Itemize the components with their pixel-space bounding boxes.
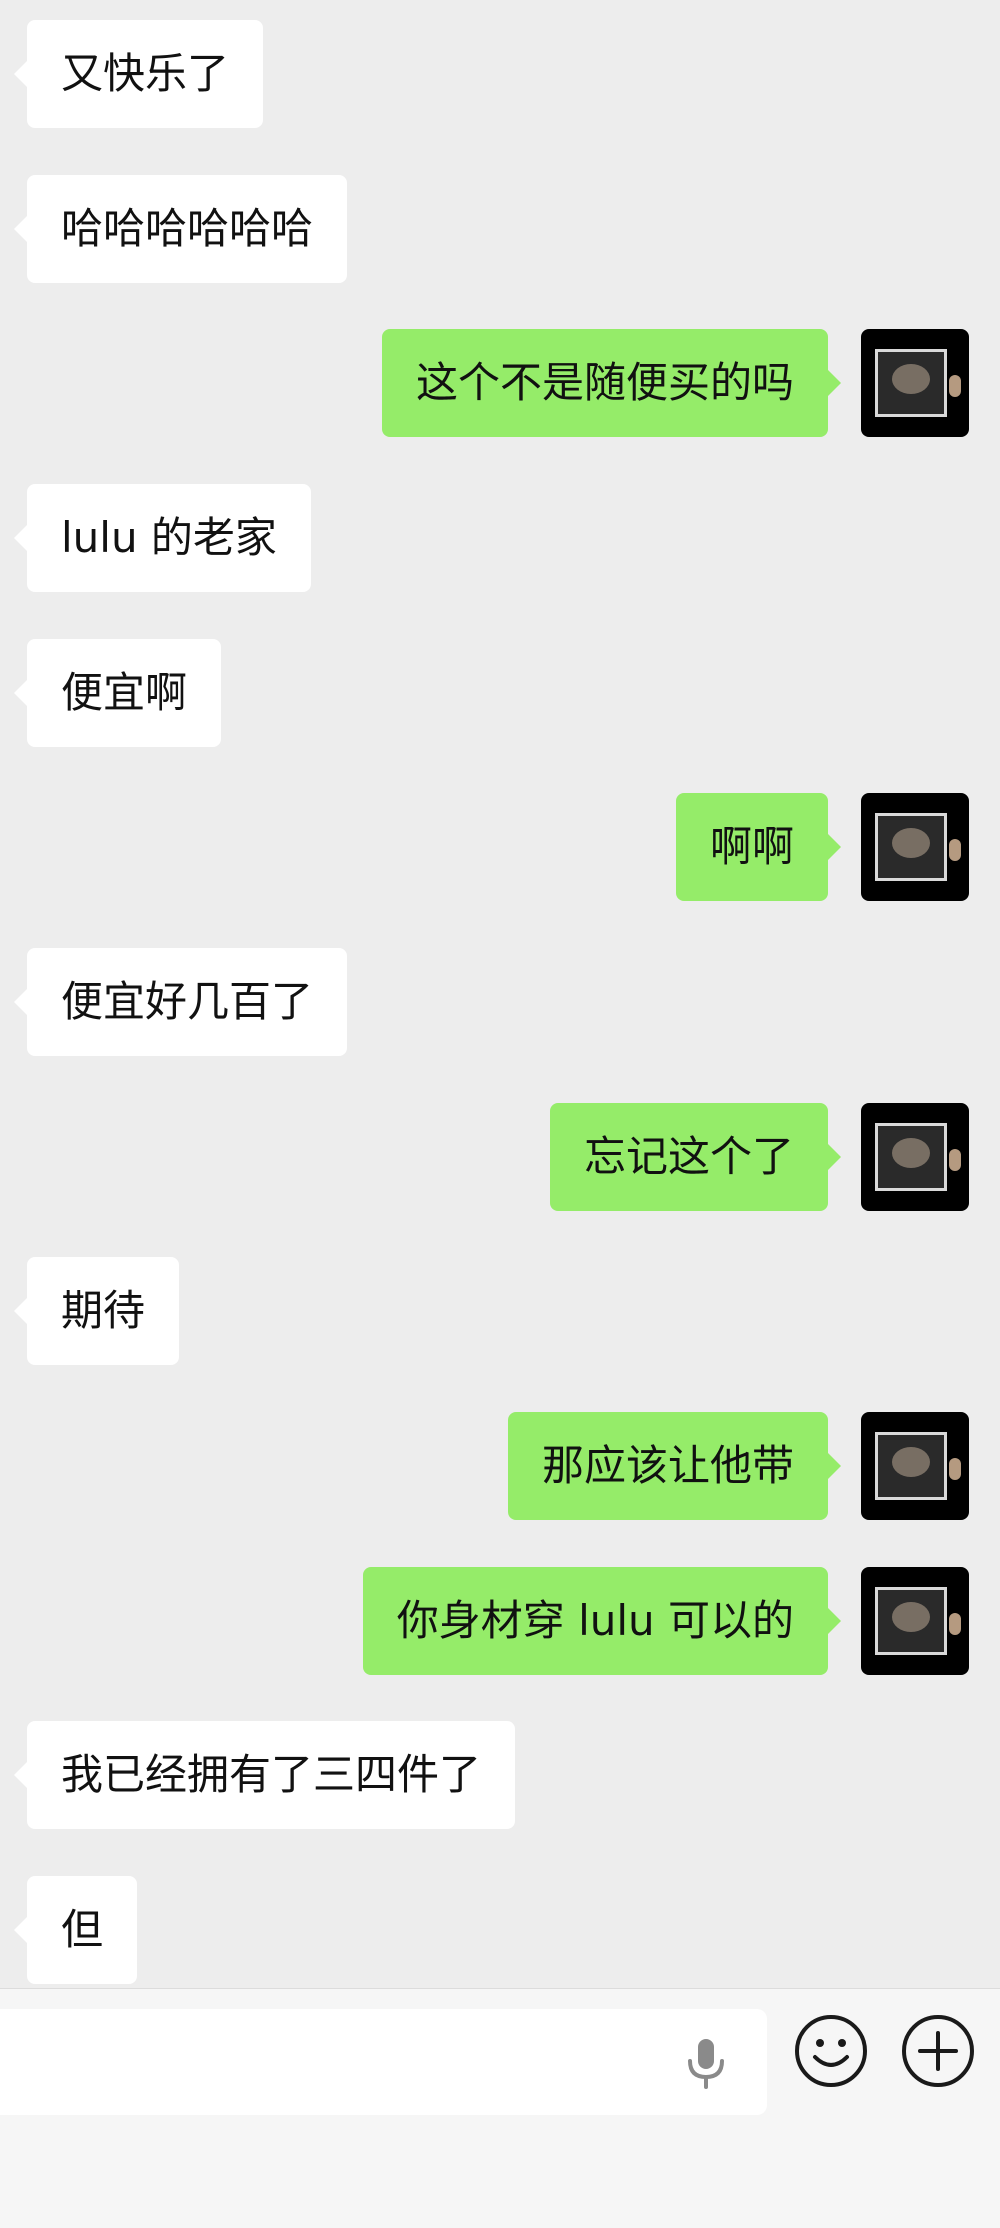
- message-incoming: lulu 的老家: [0, 484, 1000, 592]
- message-bubble[interactable]: 便宜好几百了: [13, 948, 348, 1056]
- avatar[interactable]: [861, 329, 969, 437]
- input-bar: [0, 1988, 1000, 2228]
- message-bubble[interactable]: 哈哈哈哈哈哈: [13, 175, 348, 283]
- message-bubble[interactable]: 这个不是随便买的吗: [381, 329, 842, 437]
- message-bubble[interactable]: lulu 的老家: [14, 484, 311, 592]
- message-bubble[interactable]: 但: [13, 1876, 138, 1984]
- message-incoming: 哈哈哈哈哈哈: [0, 175, 1000, 283]
- message-incoming: 期待: [0, 1257, 1000, 1365]
- message-bubble[interactable]: 期待: [13, 1257, 180, 1365]
- message-incoming: 便宜好几百了: [0, 948, 1000, 1056]
- message-bubble[interactable]: 我已经拥有了三四件了: [13, 1721, 516, 1829]
- chat-message-list: 又快乐了 哈哈哈哈哈哈 这个不是随便买的吗 lulu 的老家 便宜啊 啊啊 便宜…: [0, 0, 1000, 1988]
- message-incoming: 便宜啊: [0, 639, 1000, 747]
- message-bubble[interactable]: 又快乐了: [13, 20, 264, 128]
- microphone-icon[interactable]: [683, 2037, 729, 2089]
- smiley-icon[interactable]: [793, 2013, 869, 2089]
- message-incoming: 我已经拥有了三四件了: [0, 1721, 1000, 1829]
- message-outgoing: 你身材穿 lulu 可以的: [0, 1567, 1000, 1675]
- message-input[interactable]: [0, 2009, 767, 2115]
- message-outgoing: 啊啊: [0, 793, 1000, 901]
- avatar[interactable]: [861, 1103, 969, 1211]
- message-incoming: 但: [0, 1876, 1000, 1984]
- avatar[interactable]: [861, 1412, 969, 1520]
- message-bubble[interactable]: 那应该让他带: [507, 1412, 842, 1520]
- message-outgoing: 那应该让他带: [0, 1412, 1000, 1520]
- message-bubble[interactable]: 便宜啊: [13, 639, 222, 747]
- message-outgoing: 这个不是随便买的吗: [0, 329, 1000, 437]
- avatar[interactable]: [861, 793, 969, 901]
- message-outgoing: 忘记这个了: [0, 1103, 1000, 1211]
- message-bubble[interactable]: 啊啊: [675, 793, 842, 901]
- message-bubble[interactable]: 你身材穿 lulu 可以的: [362, 1567, 842, 1675]
- plus-circle-icon[interactable]: [900, 2013, 976, 2089]
- message-bubble[interactable]: 忘记这个了: [549, 1103, 842, 1211]
- avatar[interactable]: [861, 1567, 969, 1675]
- message-incoming: 又快乐了: [0, 20, 1000, 128]
